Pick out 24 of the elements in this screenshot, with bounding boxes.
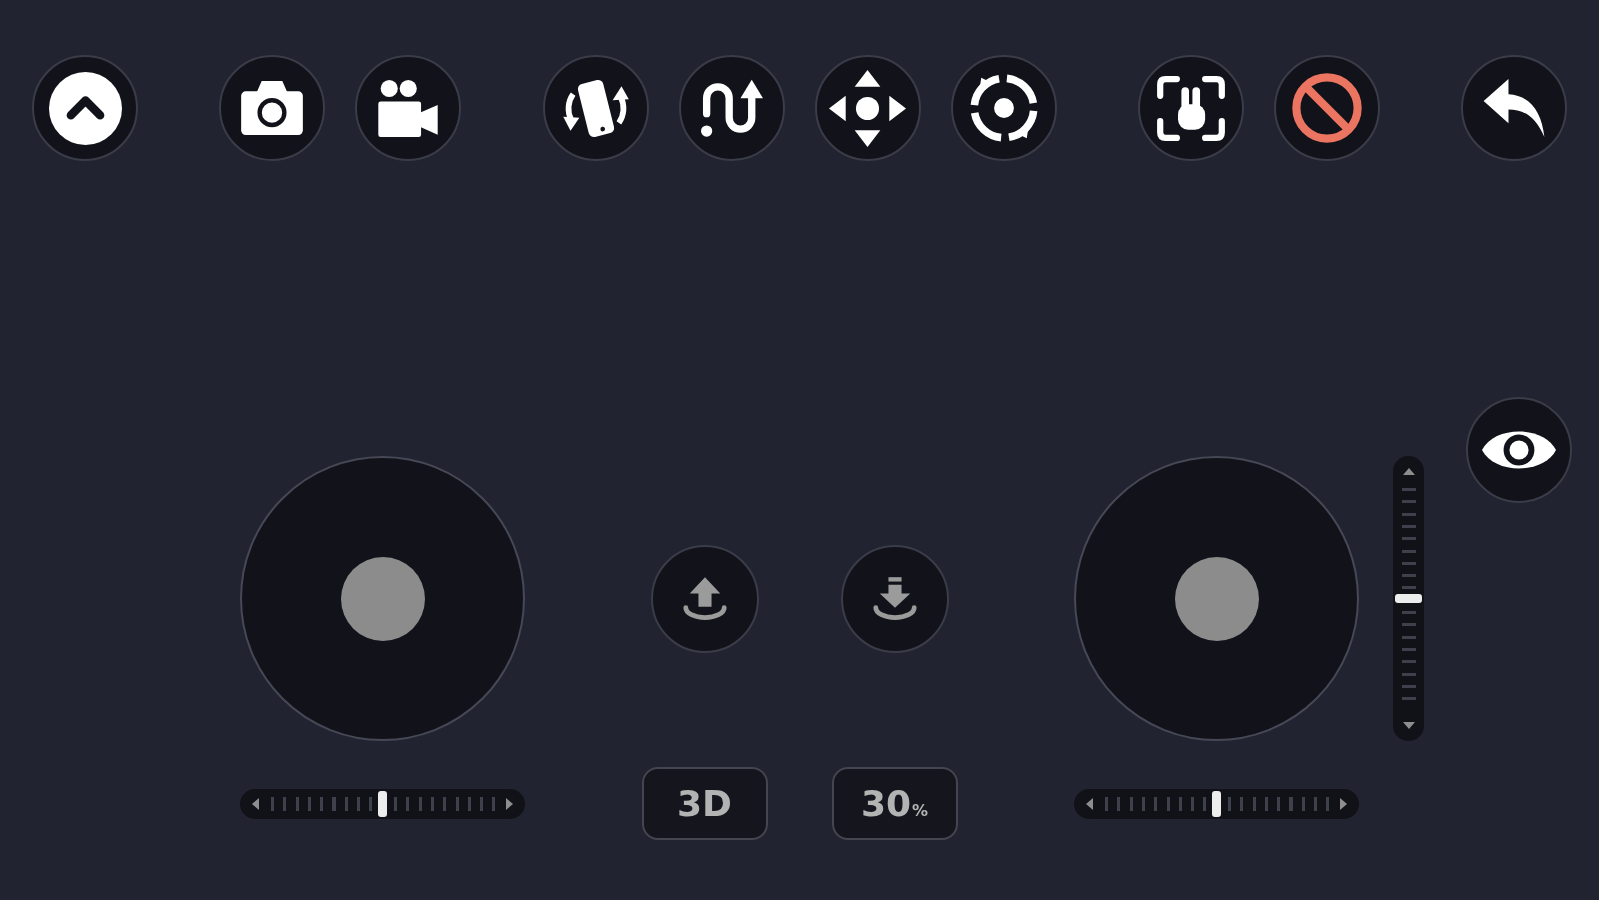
slider-track[interactable] xyxy=(1074,788,1359,819)
chevron-up-icon xyxy=(48,71,122,145)
camera-icon xyxy=(241,81,304,135)
slider-track[interactable] xyxy=(240,788,525,819)
arrow-up-arc-icon xyxy=(680,576,729,621)
caret-right-icon xyxy=(1340,797,1347,810)
caret-left-icon xyxy=(1086,797,1093,810)
caret-up-icon xyxy=(1402,468,1415,475)
slider-thumb[interactable] xyxy=(378,790,387,817)
hand-frame-icon xyxy=(1156,75,1225,141)
slider-thumb[interactable] xyxy=(1395,594,1422,603)
arrow-down-arc-icon xyxy=(870,576,919,621)
view-mode-button[interactable]: 3D xyxy=(641,767,768,840)
caret-left-icon xyxy=(252,797,259,810)
caret-down-icon xyxy=(1402,722,1415,729)
slider-track[interactable] xyxy=(1393,456,1424,741)
speed-button[interactable]: 30% xyxy=(831,767,958,840)
rotate-arrows-icon xyxy=(968,73,1039,143)
move-arrows-icon xyxy=(829,69,906,147)
video-camera-icon xyxy=(378,79,439,137)
prohibited-icon xyxy=(1291,73,1362,143)
slider-thumb[interactable] xyxy=(1212,790,1221,817)
caret-right-icon xyxy=(506,797,513,810)
reply-arrow-icon xyxy=(1483,79,1545,137)
